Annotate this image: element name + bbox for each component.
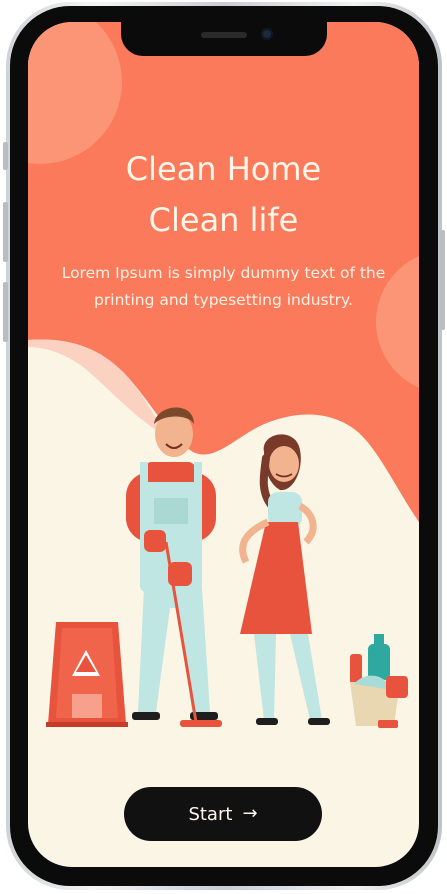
earpiece-speaker bbox=[201, 32, 247, 38]
page-title: Clean Home Clean life bbox=[28, 144, 419, 246]
page-subtitle: Lorem Ipsum is simply dummy text of the … bbox=[61, 264, 386, 309]
front-camera bbox=[261, 28, 273, 40]
title-line-1: Clean Home bbox=[125, 150, 322, 188]
volume-down-button bbox=[3, 282, 8, 342]
power-button bbox=[440, 230, 445, 330]
arrow-right-icon: → bbox=[242, 803, 258, 824]
cleaning-bucket-illustration bbox=[350, 634, 408, 728]
notch bbox=[121, 22, 327, 56]
title-line-2: Clean life bbox=[148, 201, 299, 239]
start-button-label: Start bbox=[188, 803, 233, 825]
woman-cleaner-illustration bbox=[239, 434, 330, 725]
silent-switch bbox=[3, 142, 8, 170]
volume-up-button bbox=[3, 202, 8, 262]
start-button[interactable]: Start → bbox=[124, 787, 322, 841]
onboarding-screen: Clean Home Clean life Lorem Ipsum is sim… bbox=[28, 22, 419, 867]
wet-floor-sign-illustration bbox=[46, 622, 128, 727]
man-cleaner-illustration bbox=[126, 407, 222, 727]
